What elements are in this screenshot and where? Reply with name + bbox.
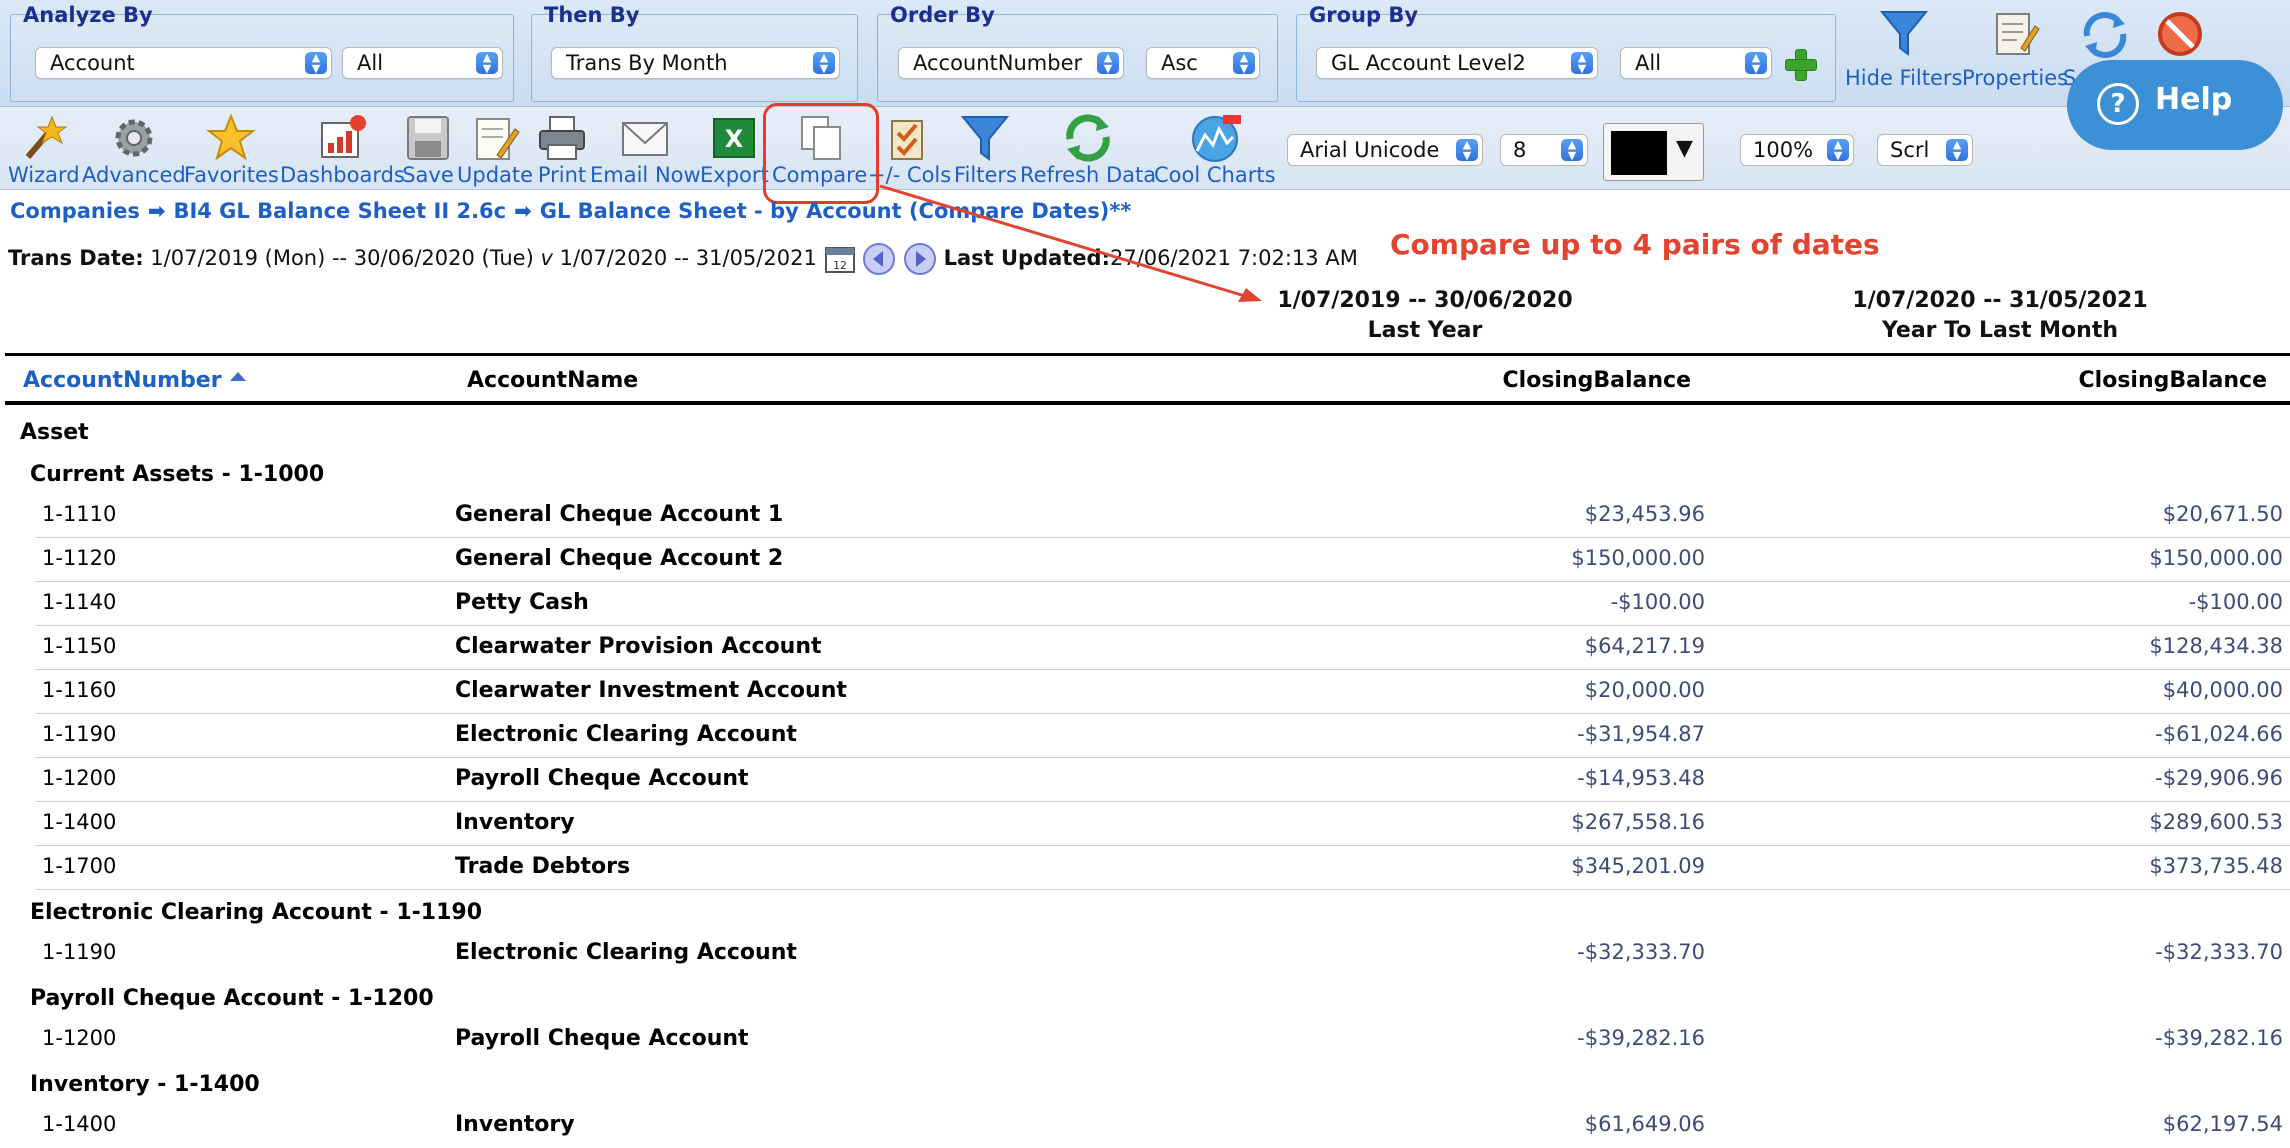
- closing-balance-2-cell: -$100.00: [2188, 590, 2283, 614]
- account-name-cell: Trade Debtors: [455, 854, 631, 879]
- closing-balance-1-cell: -$39,282.16: [1577, 1026, 1705, 1050]
- table-row[interactable]: 1-1140 Petty Cash -$100.00 -$100.00: [0, 582, 2290, 626]
- closing-balance-2-cell: -$32,333.70: [2155, 940, 2283, 964]
- closing-balance-1-cell: $345,201.09: [1571, 854, 1705, 878]
- account-name-cell: Electronic Clearing Account: [455, 940, 797, 965]
- closing-balance-2-cell: $128,434.38: [2149, 634, 2283, 658]
- table-row[interactable]: 1-1160 Clearwater Investment Account $20,0…: [0, 670, 2290, 714]
- header-bottom-rule: [5, 401, 2290, 405]
- column-header-closing-balance-1[interactable]: ClosingBalance: [1503, 368, 1691, 393]
- closing-balance-2-cell: -$39,282.16: [2155, 1026, 2283, 1050]
- account-number-header-label: AccountNumber: [23, 368, 222, 393]
- closing-balance-1-cell: $23,453.96: [1584, 502, 1705, 526]
- closing-balance-2-cell: -$61,024.66: [2155, 722, 2283, 746]
- closing-balance-1-cell: -$31,954.87: [1577, 722, 1705, 746]
- period1-label: Last Year: [1367, 318, 1483, 343]
- group-heading: Payroll Cheque Account - 1-1200: [30, 986, 434, 1011]
- closing-balance-1-cell: $150,000.00: [1571, 546, 1705, 570]
- account-number-cell: 1-1400: [42, 1112, 117, 1136]
- table-row[interactable]: 1-1200 Payroll Cheque Account -$14,953.48 -…: [0, 758, 2290, 802]
- closing-balance-1-cell: $267,558.16: [1571, 810, 1705, 834]
- account-name-cell: General Cheque Account 1: [455, 502, 784, 527]
- account-number-cell: 1-1200: [42, 766, 117, 790]
- table-row[interactable]: 1-1190 Electronic Clearing Account -$32,33…: [0, 932, 2290, 976]
- account-number-cell: 1-1200: [42, 1026, 117, 1050]
- account-name-cell: Inventory: [455, 810, 575, 835]
- account-number-cell: 1-1110: [42, 502, 117, 526]
- closing-balance-2-cell: $20,671.50: [2162, 502, 2283, 526]
- closing-balance-1-cell: -$100.00: [1610, 590, 1705, 614]
- group-heading: Current Assets - 1-1000: [30, 462, 325, 487]
- period2-range: 1/07/2020 -- 31/05/2021: [1852, 288, 2148, 313]
- top-group-heading: Asset: [20, 420, 89, 445]
- annotation-arrow: [879, 184, 1262, 302]
- account-number-cell: 1-1190: [42, 940, 117, 964]
- group-heading: Inventory - 1-1400: [30, 1072, 260, 1097]
- period1-header: 1/07/2019 -- 30/06/2020 Last Year: [1270, 286, 1580, 346]
- account-name-cell: Clearwater Provision Account: [455, 634, 822, 659]
- closing-balance-2-cell: $150,000.00: [2149, 546, 2283, 570]
- table-row[interactable]: 1-1120 General Cheque Account 2 $150,000.0…: [0, 538, 2290, 582]
- closing-balance-2-cell: $62,197.54: [2162, 1112, 2283, 1136]
- closing-balance-1-cell: $20,000.00: [1584, 678, 1705, 702]
- closing-balance-2-cell: -$29,906.96: [2155, 766, 2283, 790]
- sort-ascending-icon: [229, 372, 246, 381]
- period2-header: 1/07/2020 -- 31/05/2021 Year To Last Mon…: [1840, 286, 2160, 346]
- account-number-cell: 1-1140: [42, 590, 117, 614]
- period2-label: Year To Last Month: [1881, 318, 2119, 343]
- column-header-account-name[interactable]: AccountName: [467, 368, 638, 393]
- account-name-cell: Inventory: [455, 1112, 575, 1137]
- closing-balance-1-cell: $64,217.19: [1584, 634, 1705, 658]
- table-row[interactable]: 1-1400 Inventory $61,649.06 $62,197.54: [0, 1104, 2290, 1148]
- account-name-cell: Payroll Cheque Account: [455, 1026, 749, 1051]
- column-header-closing-balance-2[interactable]: ClosingBalance: [2079, 368, 2267, 393]
- account-number-cell: 1-1190: [42, 722, 117, 746]
- table-row[interactable]: 1-1150 Clearwater Provision Account $64,21…: [0, 626, 2290, 670]
- closing-balance-2-cell: $289,600.53: [2149, 810, 2283, 834]
- table-row[interactable]: 1-1110 General Cheque Account 1 $23,453.96…: [0, 494, 2290, 538]
- account-number-cell: 1-1700: [42, 854, 117, 878]
- account-number-cell: 1-1150: [42, 634, 117, 658]
- column-header-account-number[interactable]: AccountNumber: [23, 368, 246, 393]
- closing-balance-1-cell: -$14,953.48: [1577, 766, 1705, 790]
- closing-balance-2-cell: $373,735.48: [2149, 854, 2283, 878]
- closing-balance-1-cell: -$32,333.70: [1577, 940, 1705, 964]
- account-number-cell: 1-1400: [42, 810, 117, 834]
- row-divider: [35, 889, 2290, 890]
- table-row[interactable]: 1-1700 Trade Debtors $345,201.09 $373,735.4…: [0, 846, 2290, 890]
- account-number-cell: 1-1160: [42, 678, 117, 702]
- account-name-cell: Payroll Cheque Account: [455, 766, 749, 791]
- account-name-cell: General Cheque Account 2: [455, 546, 784, 571]
- header-top-rule: [5, 353, 2290, 356]
- table-row[interactable]: 1-1400 Inventory $267,558.16 $289,600.53: [0, 802, 2290, 846]
- table-row[interactable]: 1-1200 Payroll Cheque Account -$39,282.16 -…: [0, 1018, 2290, 1062]
- group-heading: Electronic Clearing Account - 1-1190: [30, 900, 483, 925]
- period1-range: 1/07/2019 -- 30/06/2020: [1277, 288, 1573, 313]
- closing-balance-2-cell: $40,000.00: [2162, 678, 2283, 702]
- account-name-cell: Electronic Clearing Account: [455, 722, 797, 747]
- closing-balance-1-cell: $61,649.06: [1584, 1112, 1705, 1136]
- account-name-cell: Petty Cash: [455, 590, 589, 615]
- account-name-cell: Clearwater Investment Account: [455, 678, 847, 703]
- table-row[interactable]: 1-1190 Electronic Clearing Account -$31,95…: [0, 714, 2290, 758]
- account-number-cell: 1-1120: [42, 546, 117, 570]
